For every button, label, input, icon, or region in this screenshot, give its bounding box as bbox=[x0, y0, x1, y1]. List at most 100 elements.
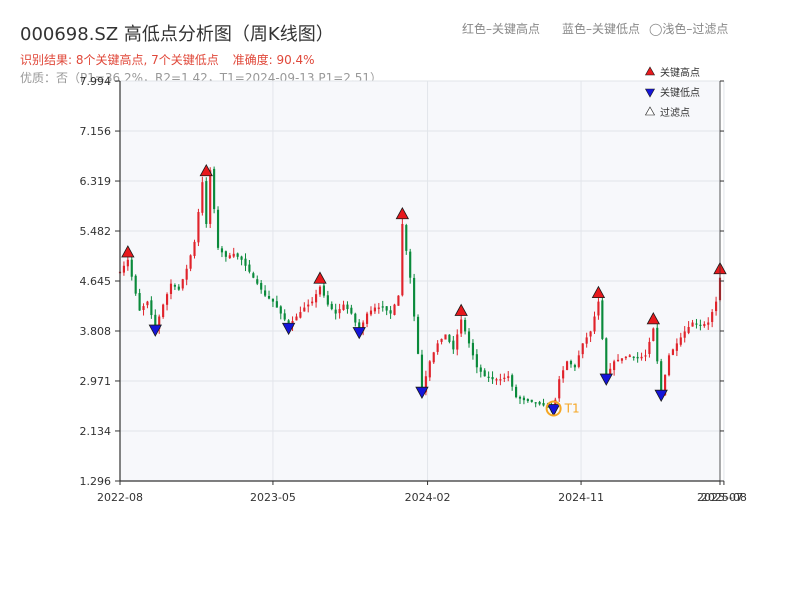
candle-body bbox=[467, 331, 471, 344]
candle-body bbox=[616, 359, 620, 362]
candle bbox=[134, 274, 137, 296]
candle-body bbox=[185, 268, 188, 280]
candle-body bbox=[365, 313, 369, 324]
candle-body bbox=[695, 323, 698, 325]
candle-body bbox=[346, 304, 349, 310]
candle-body bbox=[401, 223, 404, 296]
candle-body bbox=[518, 396, 522, 399]
candle bbox=[605, 337, 608, 378]
legend-high-icon bbox=[644, 66, 656, 76]
x-tick-label: 2025-08 bbox=[701, 491, 747, 504]
candle-body bbox=[416, 316, 420, 354]
candle bbox=[413, 273, 416, 322]
candle-body bbox=[236, 253, 239, 257]
candle-body bbox=[471, 342, 475, 356]
y-tick-label: 1.296 bbox=[80, 475, 112, 488]
candle-body bbox=[307, 304, 310, 307]
candle-body bbox=[515, 386, 518, 398]
candle bbox=[201, 176, 204, 216]
candle-body bbox=[573, 365, 576, 368]
candle-body bbox=[436, 343, 439, 352]
candle-body bbox=[522, 397, 525, 401]
candle-body bbox=[491, 377, 494, 380]
candle-body bbox=[711, 312, 714, 322]
candle-body bbox=[232, 253, 235, 257]
candle-body bbox=[526, 399, 529, 402]
candle-body bbox=[562, 370, 565, 379]
candle-body bbox=[373, 307, 376, 312]
candle-body bbox=[683, 331, 686, 338]
y-tick-label: 3.808 bbox=[80, 325, 112, 338]
candle-body bbox=[420, 354, 424, 392]
candle-body bbox=[601, 300, 604, 339]
candle-body bbox=[330, 303, 333, 310]
t1-label: T1 bbox=[564, 402, 580, 416]
candle-body bbox=[628, 355, 631, 357]
candle-body bbox=[162, 304, 165, 318]
candle bbox=[652, 327, 655, 342]
candle-body bbox=[428, 361, 431, 378]
candle-body bbox=[130, 259, 133, 277]
candle-body bbox=[409, 251, 412, 278]
candle-body bbox=[354, 313, 357, 323]
candle-body bbox=[640, 356, 643, 359]
candle-body bbox=[660, 361, 663, 395]
candle-body bbox=[448, 334, 451, 342]
candle-body bbox=[715, 301, 718, 312]
candle-body bbox=[220, 248, 224, 253]
candle-body bbox=[624, 356, 627, 359]
candle bbox=[656, 323, 659, 364]
legend-entry-label: 关键高点 bbox=[660, 66, 700, 79]
candle-body bbox=[193, 241, 196, 256]
candle bbox=[213, 166, 216, 214]
candle-body bbox=[577, 355, 580, 367]
candle-body bbox=[464, 319, 467, 332]
candle bbox=[193, 239, 196, 259]
candle-body bbox=[581, 343, 584, 355]
y-tick-label: 7.994 bbox=[80, 75, 112, 88]
candle-body bbox=[687, 326, 690, 333]
candle-body bbox=[444, 334, 447, 340]
candle-body bbox=[213, 168, 216, 210]
candle-body bbox=[240, 256, 243, 260]
candle-body bbox=[264, 290, 267, 296]
candle-body bbox=[644, 355, 647, 357]
candle-body bbox=[326, 295, 329, 305]
candle bbox=[205, 177, 208, 228]
candle-body bbox=[538, 401, 541, 405]
y-tick-label: 5.482 bbox=[80, 225, 112, 238]
candle-body bbox=[479, 367, 482, 372]
candle bbox=[189, 254, 192, 272]
x-tick-label: 2022-08 bbox=[97, 491, 143, 504]
candle-body bbox=[279, 306, 282, 314]
candle-body bbox=[267, 296, 271, 299]
candle-body bbox=[397, 295, 400, 306]
candle bbox=[601, 295, 604, 341]
candle-body bbox=[334, 309, 337, 314]
candle bbox=[444, 334, 447, 340]
x-tick-label: 2023-05 bbox=[250, 491, 296, 504]
y-tick-label: 2.134 bbox=[80, 425, 112, 438]
y-tick-label: 6.319 bbox=[80, 175, 112, 188]
legend-entry-label: 关键低点 bbox=[660, 86, 700, 99]
candle-body bbox=[656, 327, 659, 362]
candle-body bbox=[146, 301, 149, 306]
candle bbox=[397, 295, 400, 306]
candle-body bbox=[256, 279, 259, 284]
candle-body bbox=[271, 298, 275, 302]
candle-body bbox=[169, 283, 173, 294]
candle-body bbox=[534, 402, 537, 404]
candle-body bbox=[503, 377, 506, 379]
candle-body bbox=[456, 334, 459, 350]
candle-body bbox=[707, 322, 710, 325]
candle-body bbox=[632, 356, 635, 358]
candle-body bbox=[342, 304, 345, 310]
candle-body bbox=[511, 375, 514, 387]
candle-body bbox=[699, 324, 702, 326]
candle-body bbox=[703, 323, 706, 327]
candle bbox=[667, 353, 671, 377]
candle-body bbox=[209, 170, 212, 224]
candle bbox=[209, 167, 212, 229]
candle bbox=[558, 375, 561, 402]
candle-body bbox=[691, 322, 694, 327]
